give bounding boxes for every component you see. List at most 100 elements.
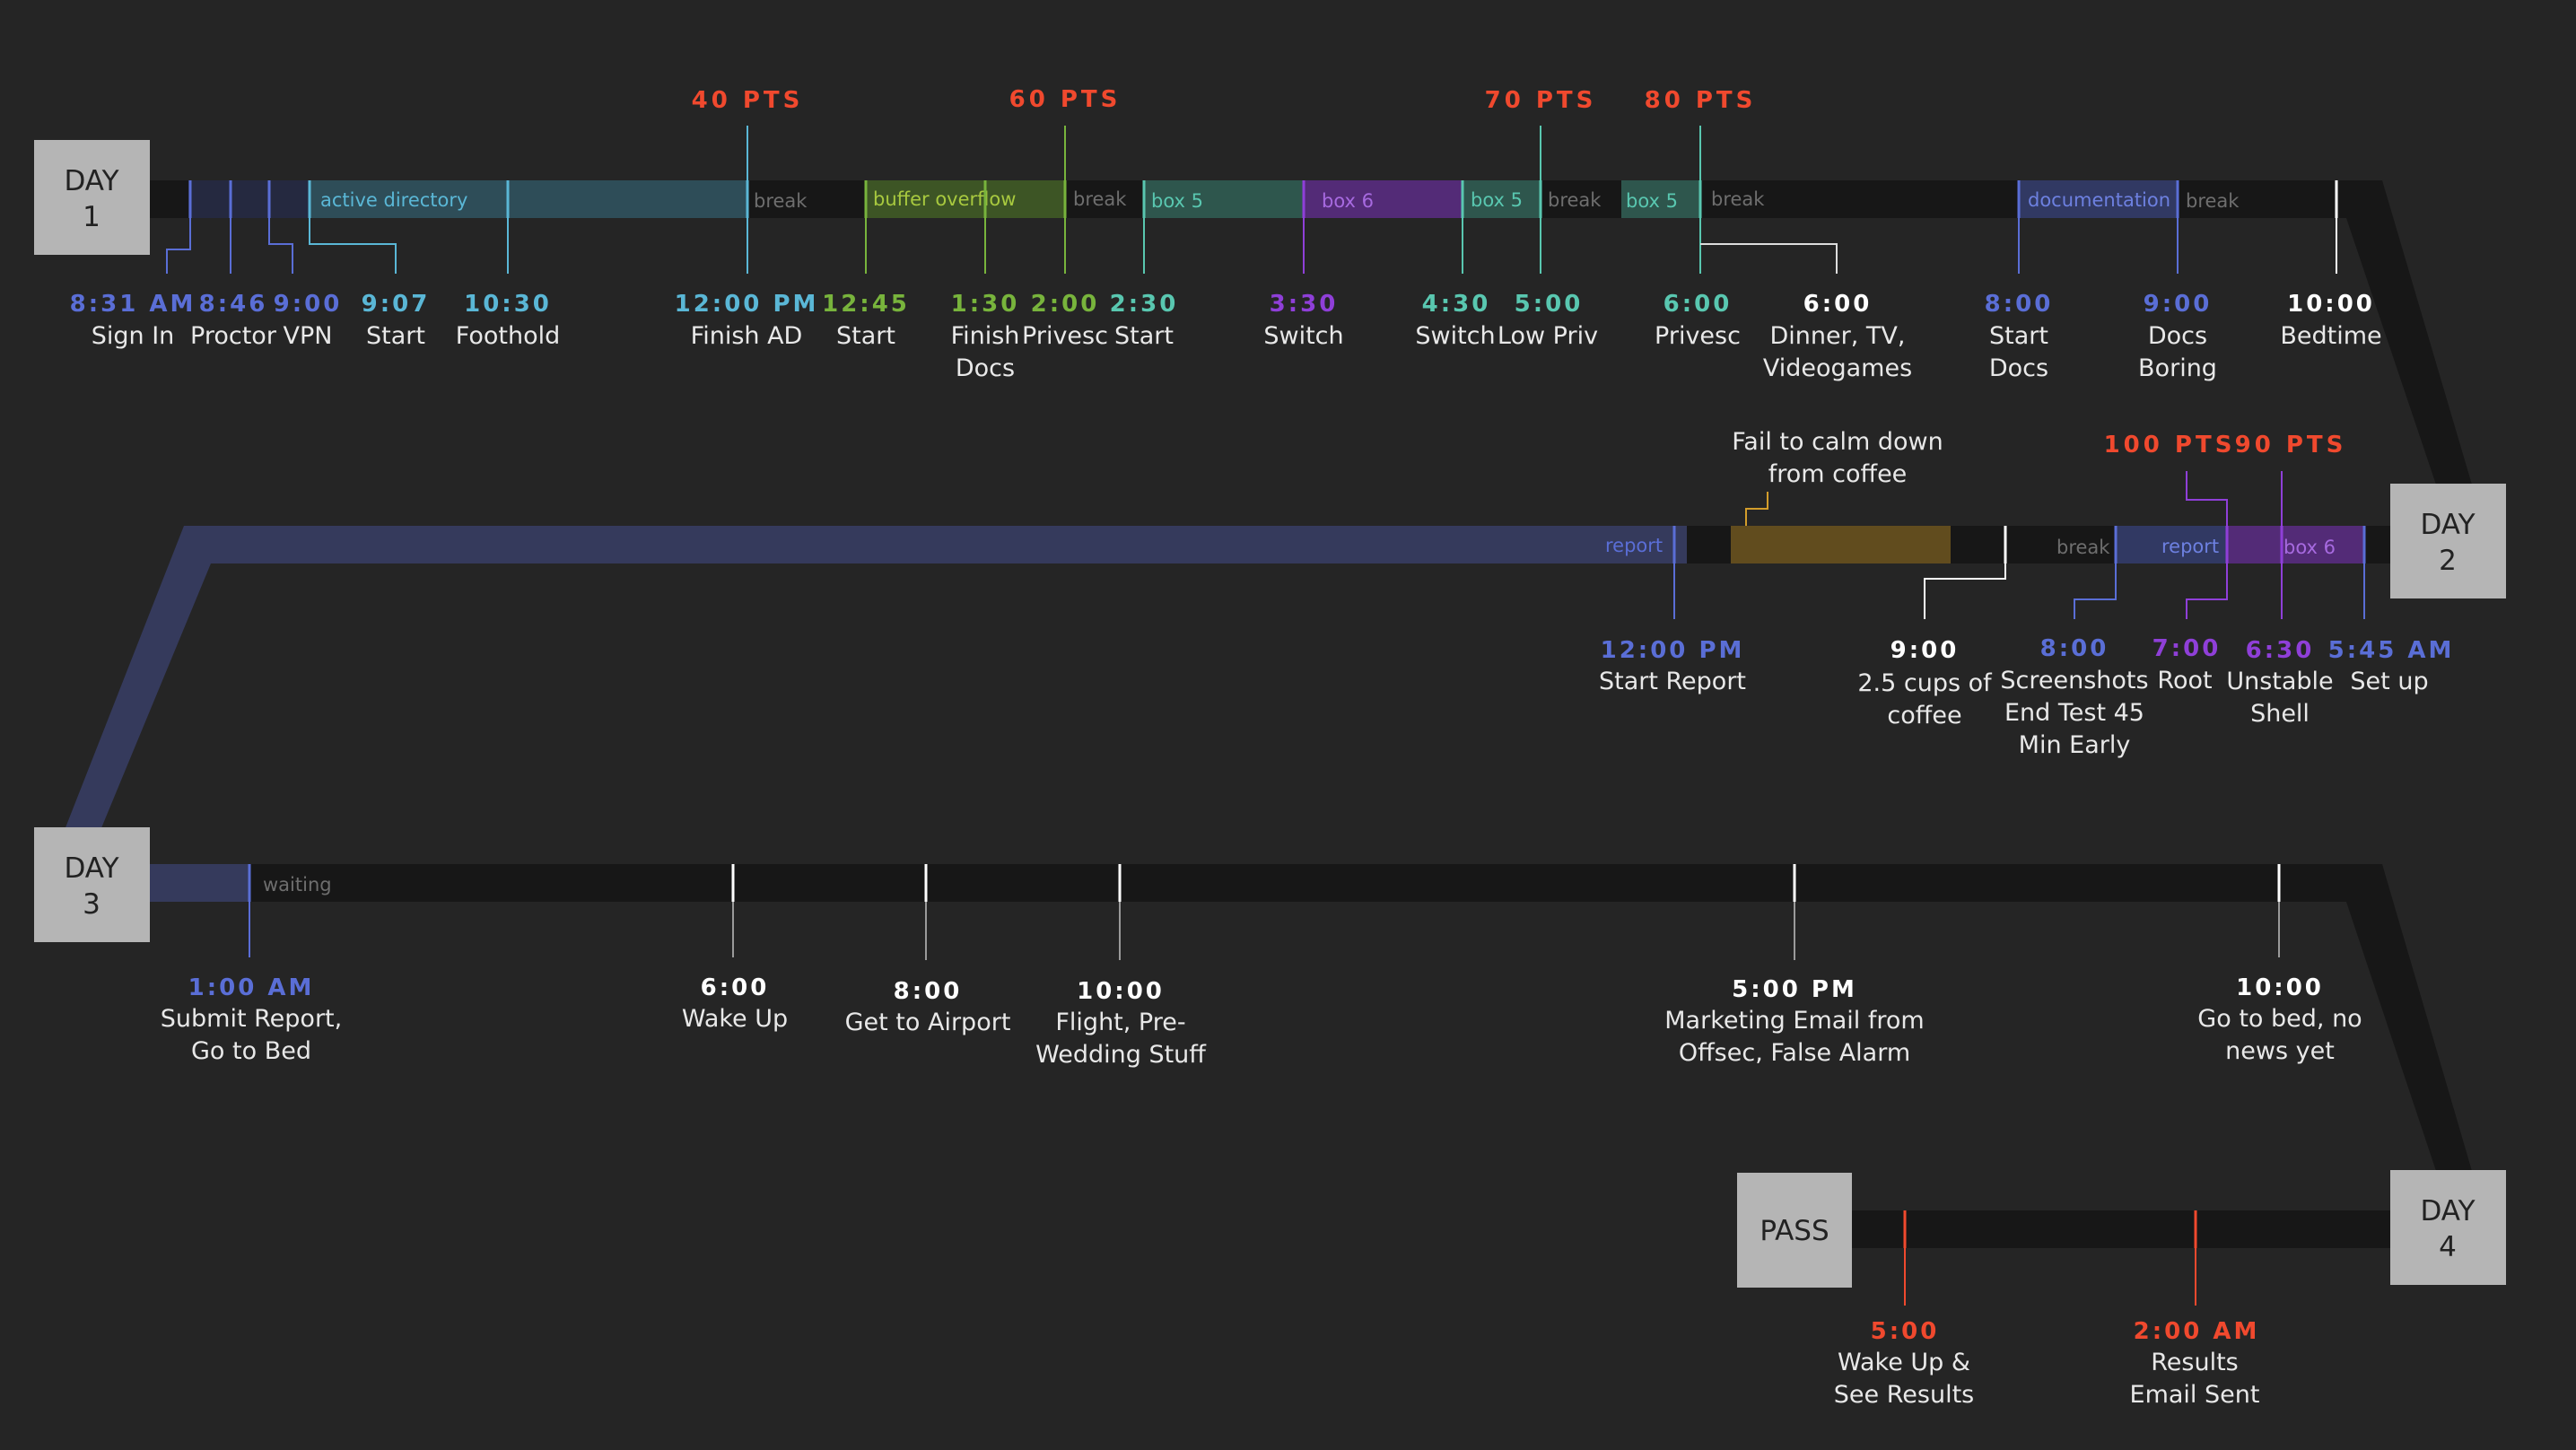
event-label: VPN — [284, 322, 333, 350]
event-label: Marketing Email from — [1664, 1007, 1924, 1035]
day-3-box: DAY 3 — [34, 827, 150, 942]
points-label: 70 PTS — [1485, 87, 1597, 114]
coffee-annotation: Fail to calm down from coffee — [1732, 428, 1943, 488]
day-4-box: DAY 4 — [2390, 1170, 2506, 1285]
event-label: 2.5 cups of — [1857, 669, 1993, 697]
event-time: 12:00 PM — [1601, 637, 1745, 664]
points-label: 60 PTS — [1009, 86, 1122, 113]
day-number: 2 — [2439, 545, 2457, 577]
segment-day3-fill — [144, 864, 249, 902]
event-label: Screenshots — [2000, 667, 2148, 694]
points-label: 90 PTS — [2235, 432, 2347, 459]
event-time: 7:00 — [2152, 635, 2222, 662]
points-label: 100 PTS — [2104, 432, 2236, 459]
event-label: End Test 45 — [2004, 699, 2144, 727]
event-time: 1:30 — [951, 291, 1020, 318]
track-row-3 — [144, 864, 2472, 1171]
event-times: 8:31 AM 8:46 9:00 9:07 10:30 12:00 PM 12… — [70, 291, 2452, 1345]
day-label: DAY — [2420, 1195, 2475, 1227]
event-label: Go to Bed — [191, 1037, 311, 1065]
event-label: Email Sent — [2130, 1381, 2260, 1409]
segment-label: break — [1073, 188, 1127, 210]
event-label: Privesc — [1655, 322, 1741, 350]
event-time: 8:00 — [1985, 291, 2054, 318]
pass-box: PASS — [1737, 1173, 1852, 1288]
segment-label: break — [2056, 537, 2110, 558]
day-box — [2390, 1170, 2506, 1285]
event-label: Privesc — [1022, 322, 1108, 350]
segment-label: box 5 — [1471, 189, 1523, 211]
event-label: Start — [1989, 322, 2048, 350]
event-label: Root — [2157, 667, 2212, 694]
event-label: Finish AD — [691, 322, 803, 350]
event-time: 5:00 — [1871, 1318, 1940, 1345]
day-number: 3 — [83, 888, 100, 921]
day-1-box: DAY 1 — [34, 140, 150, 255]
event-label: Wake Up & — [1838, 1349, 1970, 1376]
leader-line — [309, 218, 397, 274]
event-label: Bedtime — [2280, 322, 2381, 350]
event-label: Wedding Stuff — [1035, 1041, 1207, 1069]
annotation-line: Fail to calm down — [1732, 428, 1943, 456]
leader-line — [1700, 243, 1838, 274]
day-box — [2390, 484, 2506, 598]
segment-pre-start-fill — [188, 180, 310, 218]
event-time: 5:00 — [1515, 291, 1584, 318]
event-time: 9:00 — [1891, 637, 1960, 664]
points-label: 80 PTS — [1645, 87, 1757, 114]
event-time: 8:00 — [2040, 635, 2109, 662]
segment-label: box 5 — [1626, 190, 1678, 212]
event-label: Start — [366, 322, 425, 350]
event-label: Wake Up — [682, 1005, 788, 1033]
segment-label: waiting — [263, 874, 332, 895]
event-label: Shell — [2250, 700, 2310, 728]
event-label: coffee — [1887, 702, 1961, 729]
leader-line — [1924, 563, 2006, 619]
leader-line — [1745, 492, 1768, 526]
event-time: 2:00 — [1031, 291, 1100, 318]
day-label: DAY — [2420, 509, 2475, 541]
event-label: Flight, Pre- — [1055, 1009, 1185, 1036]
event-time: 2:00 AM — [2134, 1318, 2260, 1345]
event-time: 10:00 — [1077, 978, 1165, 1005]
points-markers: 40 PTS 60 PTS 70 PTS 80 PTS 100 PTS 90 P… — [692, 86, 2347, 459]
segment-label: break — [1548, 189, 1602, 211]
event-label: Finish — [951, 322, 1020, 350]
day-number: 4 — [2439, 1231, 2457, 1263]
leader-line — [2074, 563, 2117, 619]
event-time: 10:00 — [2287, 291, 2375, 318]
event-label: Offsec, False Alarm — [1679, 1039, 1910, 1067]
day-box — [34, 827, 150, 942]
event-time: 4:30 — [1422, 291, 1491, 318]
segment-label: break — [1711, 188, 1765, 210]
track-row-2-report-band — [63, 526, 1687, 834]
event-time: 9:07 — [362, 291, 431, 318]
event-label: news yet — [2225, 1037, 2335, 1065]
event-label: Switch — [1263, 322, 1343, 350]
segment-label: break — [754, 190, 808, 212]
event-label: See Results — [1834, 1381, 1974, 1409]
event-label: Results — [2151, 1349, 2239, 1376]
event-time: 10:00 — [2236, 974, 2324, 1001]
segment-label: box 6 — [2283, 537, 2336, 558]
event-time: 12:45 — [822, 291, 910, 318]
event-label: Foothold — [456, 322, 560, 350]
event-label: Proctor — [190, 322, 277, 350]
event-time: 9:00 — [2144, 291, 2213, 318]
event-time: 6:30 — [2246, 637, 2315, 664]
segment-label: report — [1605, 535, 1663, 556]
event-time: 2:30 — [1110, 291, 1179, 318]
track-row-4 — [1851, 1210, 2397, 1248]
event-label: Sign In — [92, 322, 175, 350]
event-label: Videogames — [1763, 354, 1912, 382]
event-time: 9:00 — [274, 291, 343, 318]
segment-label: box 6 — [1322, 190, 1374, 212]
event-label: Start — [836, 322, 895, 350]
event-time: 5:00 PM — [1732, 976, 1857, 1003]
segment-label: box 5 — [1151, 190, 1203, 212]
day-label: DAY — [64, 165, 118, 197]
event-label: Dinner, TV, — [1770, 322, 1906, 350]
event-label: Get to Airport — [845, 1009, 1011, 1036]
event-time: 10:30 — [464, 291, 552, 318]
pass-label: PASS — [1760, 1215, 1829, 1247]
